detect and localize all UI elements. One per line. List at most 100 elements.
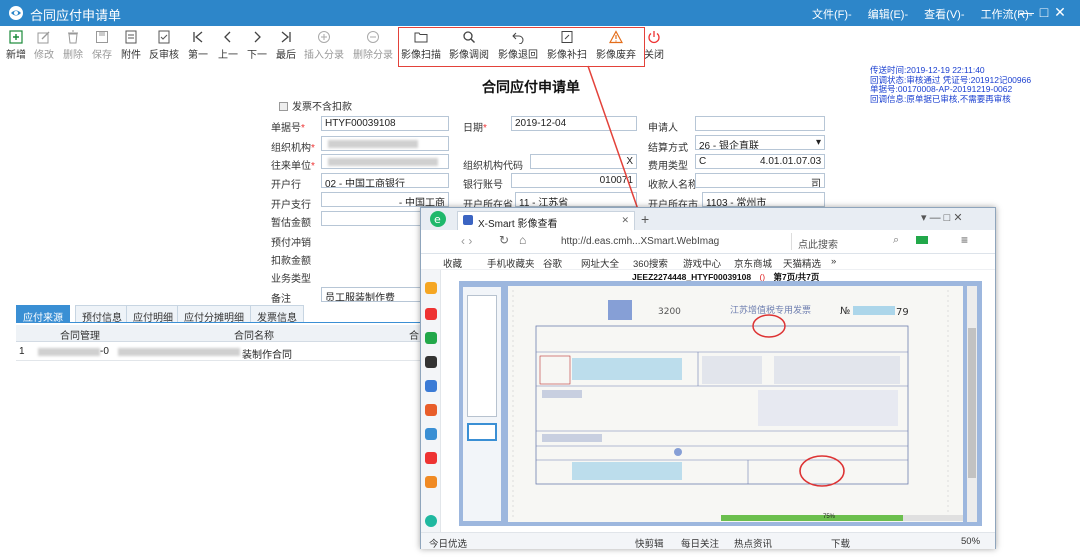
window-title: 合同应付申请单 bbox=[30, 8, 122, 23]
app-logo-icon bbox=[8, 5, 24, 21]
daily-focus[interactable]: 每日关注 bbox=[681, 536, 719, 550]
edit-button[interactable]: 修改 bbox=[33, 28, 55, 62]
invoice-number-prefix: 3200 bbox=[658, 307, 681, 317]
close-button[interactable]: ✕ bbox=[1049, 4, 1071, 21]
menu-icon[interactable]: ≡ bbox=[961, 233, 968, 247]
bank-field[interactable]: 02 - 中国工商银行 bbox=[321, 173, 449, 188]
prev-icon bbox=[217, 30, 239, 46]
menu-file[interactable]: 文件(F)- bbox=[812, 9, 852, 21]
tab-allocation-detail[interactable]: 应付分摊明细 bbox=[177, 305, 251, 324]
attachment-icon bbox=[120, 30, 142, 46]
url-input[interactable]: http://d.eas.cmh...XSmart.WebImag bbox=[561, 233, 761, 250]
col-contract-more: 合 bbox=[409, 331, 419, 342]
next-icon bbox=[246, 30, 268, 46]
sidebar-app-icon[interactable] bbox=[425, 476, 437, 488]
thumbnail-strip bbox=[463, 287, 501, 521]
hot-news[interactable]: 热点资讯 bbox=[734, 536, 772, 550]
close-form-button[interactable]: 关闭 bbox=[643, 28, 665, 62]
bookmark-tmall[interactable]: 天猫精选 bbox=[783, 256, 821, 270]
insert-row-icon bbox=[303, 30, 345, 46]
label-counterparty: 往来单位* bbox=[271, 161, 315, 172]
first-button[interactable]: 第一 bbox=[187, 28, 209, 62]
browser-tab[interactable]: X-Smart 影像查看 ✕ bbox=[457, 211, 635, 230]
sidebar-news-icon[interactable] bbox=[425, 356, 437, 368]
label-deduct: 扣款金额 bbox=[271, 256, 311, 267]
tab-payable-detail[interactable]: 应付明细 bbox=[126, 305, 180, 324]
save-icon bbox=[91, 30, 113, 46]
search-icon[interactable]: ⌕ bbox=[893, 234, 899, 247]
sidebar-video-icon[interactable] bbox=[425, 452, 437, 464]
edit-icon bbox=[33, 30, 55, 46]
save-button[interactable]: 保存 bbox=[91, 28, 113, 62]
tab-invoice-info[interactable]: 发票信息 bbox=[250, 305, 304, 324]
thumbnail[interactable] bbox=[467, 295, 497, 417]
label-bill-no: 单据号* bbox=[271, 123, 305, 134]
back-icon[interactable]: ‹ › bbox=[461, 234, 472, 248]
home-icon[interactable]: ⌂ bbox=[519, 233, 526, 247]
bookmark-google[interactable]: 谷歌 bbox=[543, 256, 562, 270]
sidebar-shop-icon[interactable] bbox=[425, 404, 437, 416]
attachment-button[interactable]: 附件 bbox=[120, 28, 142, 62]
thumbnail-selected[interactable] bbox=[467, 423, 497, 441]
fee-type-field[interactable]: C 4.01.01.07.03 bbox=[695, 154, 825, 169]
prev-button[interactable]: 上一 bbox=[217, 28, 239, 62]
settle-select[interactable]: 26 - 银企直联 ▾ bbox=[695, 135, 825, 150]
bookmark-360[interactable]: 360搜索 bbox=[633, 256, 668, 270]
bookmark-more[interactable]: » bbox=[831, 256, 836, 267]
delete-row-button[interactable]: 删除分录 bbox=[352, 28, 394, 62]
bookmark-favorites[interactable]: 收藏 bbox=[443, 256, 462, 270]
tab-close-icon[interactable]: ✕ bbox=[621, 215, 629, 226]
downloads[interactable]: 下载 bbox=[831, 536, 850, 550]
search-input[interactable]: 点此搜索 bbox=[791, 233, 903, 251]
branch-field[interactable]: - 中国工商 bbox=[321, 192, 449, 207]
browser-logo-icon: e bbox=[429, 210, 447, 231]
row-name: 装制作合同 bbox=[242, 350, 292, 361]
sidebar-game-icon[interactable] bbox=[425, 428, 437, 440]
city-field[interactable]: 1103 - 常州市 bbox=[702, 192, 825, 207]
scrollbar-thumb[interactable] bbox=[968, 328, 976, 478]
insert-row-button[interactable]: 插入分录 bbox=[303, 28, 345, 62]
browser-sidebar bbox=[421, 270, 441, 532]
unaudit-button[interactable]: 反审核 bbox=[149, 28, 179, 62]
image-viewer: 3200 江苏增值税专用发票 № 79 75% bbox=[459, 281, 982, 526]
applicant-field[interactable] bbox=[695, 116, 825, 131]
checkbox-box[interactable] bbox=[279, 102, 288, 111]
progress-fill bbox=[721, 515, 903, 521]
delete-button[interactable]: 删除 bbox=[62, 28, 84, 62]
table-row[interactable]: 1 -0 装制作合同 bbox=[16, 343, 426, 361]
add-button[interactable]: 新增 bbox=[5, 28, 27, 62]
menu-edit[interactable]: 编辑(E)- bbox=[868, 9, 908, 21]
row-code: -0 bbox=[100, 346, 109, 357]
row-index: 1 bbox=[19, 346, 25, 357]
menu-view[interactable]: 查看(V)- bbox=[924, 9, 964, 21]
new-tab-icon[interactable]: + bbox=[641, 211, 649, 227]
today-picks[interactable]: 今日优选 bbox=[429, 536, 467, 550]
sidebar-notes-icon[interactable] bbox=[425, 380, 437, 392]
zoom-level[interactable]: 50% bbox=[961, 536, 980, 547]
counterparty-field[interactable] bbox=[321, 154, 449, 169]
next-button[interactable]: 下一 bbox=[246, 28, 268, 62]
sidebar-star-icon[interactable] bbox=[425, 282, 437, 294]
vertical-scrollbar[interactable] bbox=[967, 286, 977, 522]
sidebar-weibo-icon[interactable] bbox=[425, 308, 437, 320]
tab-prepay-info[interactable]: 预付信息 bbox=[75, 305, 129, 324]
unaudit-icon bbox=[149, 30, 179, 46]
sidebar-mail-icon[interactable] bbox=[425, 332, 437, 344]
org-field[interactable] bbox=[321, 136, 449, 151]
sidebar-add-icon[interactable] bbox=[425, 515, 437, 527]
quick-clip[interactable]: 快剪辑 bbox=[635, 536, 664, 550]
label-date: 日期* bbox=[463, 123, 487, 134]
bookmark-jd[interactable]: 京东商城 bbox=[734, 256, 772, 270]
reload-icon[interactable]: ↻ bbox=[499, 233, 509, 247]
invoice-image: 3200 江苏增值税专用发票 № 79 bbox=[508, 286, 963, 522]
exclude-deduction-checkbox[interactable]: 发票不含扣款 bbox=[279, 98, 352, 113]
label-biz-type: 业务类型 bbox=[271, 274, 311, 285]
bill-no-field[interactable]: HTYF00039108 bbox=[321, 116, 449, 131]
last-button[interactable]: 最后 bbox=[275, 28, 297, 62]
tab-payable-source[interactable]: 应付来源 bbox=[16, 305, 70, 324]
payee-field[interactable]: 司 bbox=[695, 173, 825, 188]
bookmark-games[interactable]: 游戏中心 bbox=[683, 256, 721, 270]
bookmark-portal[interactable]: 网址大全 bbox=[581, 256, 619, 270]
window-controls-icon[interactable]: ▾ — □ ✕ bbox=[921, 211, 963, 224]
bookmark-mobile[interactable]: 手机收藏夹 bbox=[487, 256, 535, 270]
